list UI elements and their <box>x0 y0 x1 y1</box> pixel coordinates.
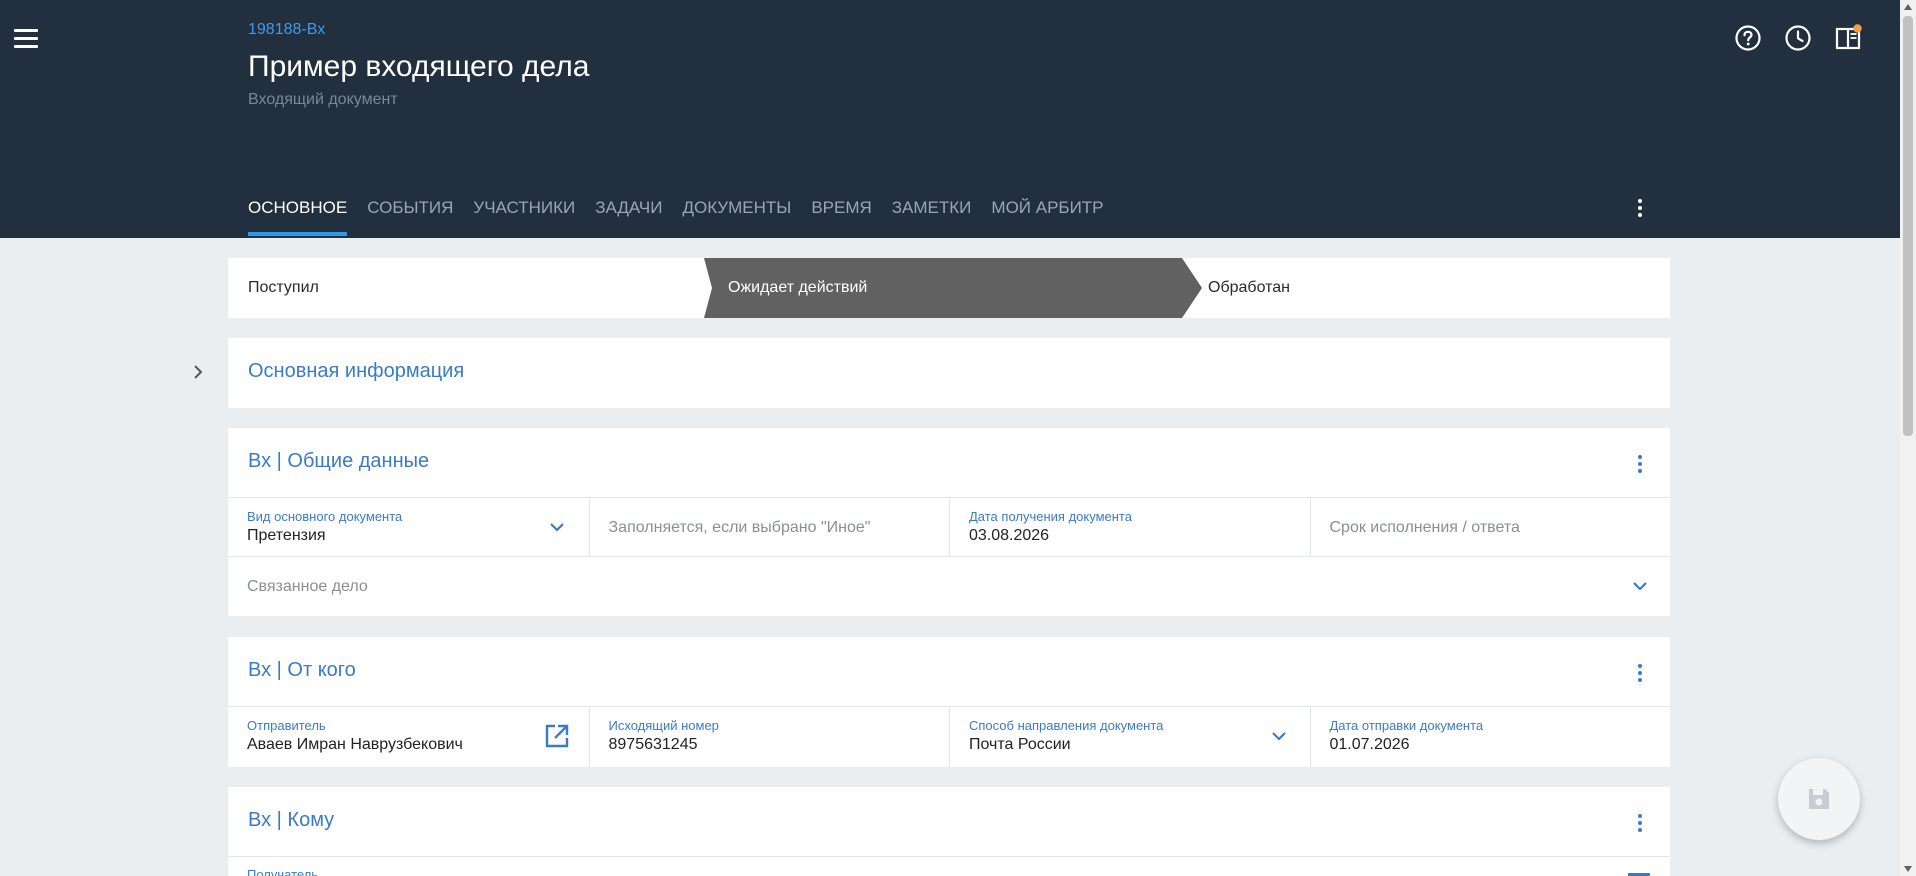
step-awaiting-action[interactable]: Ожидает действий <box>728 258 867 318</box>
scroll-down-arrow[interactable] <box>1904 866 1912 872</box>
scroll-thumb[interactable] <box>1903 16 1913 436</box>
tab-main[interactable]: Основное <box>248 198 348 236</box>
sender-value: Аваев Имран Наврузбекович <box>247 736 463 753</box>
chevron-right-icon[interactable] <box>190 362 206 382</box>
main-info-section[interactable]: Основная информация <box>228 338 1670 408</box>
panel-icon[interactable] <box>1834 24 1862 52</box>
related-case-placeholder: Связанное дело <box>247 578 368 595</box>
save-button[interactable] <box>1778 758 1860 840</box>
sent-date-value: 01.07.2026 <box>1329 736 1410 753</box>
doc-type-value: Претензия <box>247 527 326 544</box>
general-data-card: Вх | Общие данные Вид основного документ… <box>228 428 1670 616</box>
status-stepper: Поступил Ожидает действий Обработан <box>228 258 1670 318</box>
general-data-more-icon[interactable] <box>1630 452 1650 476</box>
from-row: Отправитель Аваев Имран Наврузбекович Ис… <box>228 706 1670 767</box>
doc-type-field[interactable]: Вид основного документа Претензия <box>228 498 589 557</box>
tab-time[interactable]: Время <box>811 198 871 236</box>
from-title: Вх | От кого <box>248 659 356 681</box>
outgoing-number-field[interactable]: Исходящий номер 8975631245 <box>588 707 950 767</box>
clock-icon[interactable] <box>1784 24 1812 52</box>
page-title: Пример входящего дела <box>248 50 590 83</box>
related-case-row[interactable]: Связанное дело <box>228 556 1670 616</box>
other-type-field[interactable]: Заполняется, если выбрано "Иное" <box>588 498 950 557</box>
sent-date-label: Дата отправки документа <box>1329 718 1484 733</box>
other-type-placeholder: Заполняется, если выбрано "Иное" <box>608 519 871 536</box>
step-processed[interactable]: Обработан <box>1208 258 1290 318</box>
doc-type-label: Вид основного документа <box>247 509 403 524</box>
notification-dot <box>1853 24 1862 33</box>
tab-tasks[interactable]: Задачи <box>595 198 662 236</box>
main-info-title[interactable]: Основная информация <box>248 360 464 383</box>
header-more-icon[interactable] <box>1630 196 1650 220</box>
tab-my-arbiter[interactable]: Мой Арбитр <box>991 198 1103 236</box>
to-title: Вх | Кому <box>248 809 335 831</box>
deadline-placeholder: Срок исполнения / ответа <box>1329 519 1520 536</box>
tab-notes[interactable]: Заметки <box>892 198 972 236</box>
chevron-down-icon[interactable] <box>1270 729 1288 741</box>
open-external-icon[interactable] <box>544 723 570 749</box>
general-data-row: Вид основного документа Претензия Заполн… <box>228 497 1670 557</box>
outgoing-number-value: 8975631245 <box>608 736 698 753</box>
received-date-value: 03.08.2026 <box>969 527 1050 544</box>
tab-participants[interactable]: Участники <box>473 198 575 236</box>
step-received[interactable]: Поступил <box>248 258 319 318</box>
delivery-method-label: Способ направления документа <box>969 718 1164 733</box>
deadline-field[interactable]: Срок исполнения / ответа <box>1309 498 1671 557</box>
case-id[interactable]: 198188-Вх <box>248 21 325 39</box>
received-date-field[interactable]: Дата получения документа 03.08.2026 <box>949 498 1310 557</box>
delivery-method-value: Почта России <box>969 736 1071 753</box>
recipient-label: Получатель <box>247 867 319 876</box>
to-more-icon[interactable] <box>1630 811 1650 835</box>
chevron-down-icon[interactable] <box>548 520 566 532</box>
tab-bar: Основное События Участники Задачи Докуме… <box>248 198 1104 236</box>
page-subtitle: Входящий документ <box>248 91 398 108</box>
from-card: Вх | От кого Отправитель Аваев Имран Нав… <box>228 637 1670 767</box>
sender-field[interactable]: Отправитель Аваев Имран Наврузбекович <box>228 707 589 767</box>
app-header: 198188-Вх Пример входящего дела Входящий… <box>0 0 1900 238</box>
sender-label: Отправитель <box>247 718 326 733</box>
top-toolbar <box>1734 24 1862 52</box>
help-icon[interactable] <box>1734 24 1762 52</box>
received-date-label: Дата получения документа <box>969 509 1132 524</box>
save-icon <box>1809 789 1829 809</box>
outgoing-number-label: Исходящий номер <box>608 718 719 733</box>
tab-events[interactable]: События <box>367 198 453 236</box>
scroll-up-arrow[interactable] <box>1904 4 1912 10</box>
menu-icon[interactable] <box>14 24 48 52</box>
sent-date-field[interactable]: Дата отправки документа 01.07.2026 <box>1309 707 1671 767</box>
general-data-title: Вх | Общие данные <box>248 450 430 472</box>
to-row: Получатель <box>228 856 1670 876</box>
delivery-method-field[interactable]: Способ направления документа Почта Росси… <box>949 707 1310 767</box>
chevron-down-icon[interactable] <box>1631 579 1649 591</box>
tab-documents[interactable]: Документы <box>682 198 791 236</box>
from-more-icon[interactable] <box>1630 661 1650 685</box>
to-card: Вх | Кому Получатель <box>228 787 1670 876</box>
scrollbar[interactable] <box>1900 0 1916 876</box>
